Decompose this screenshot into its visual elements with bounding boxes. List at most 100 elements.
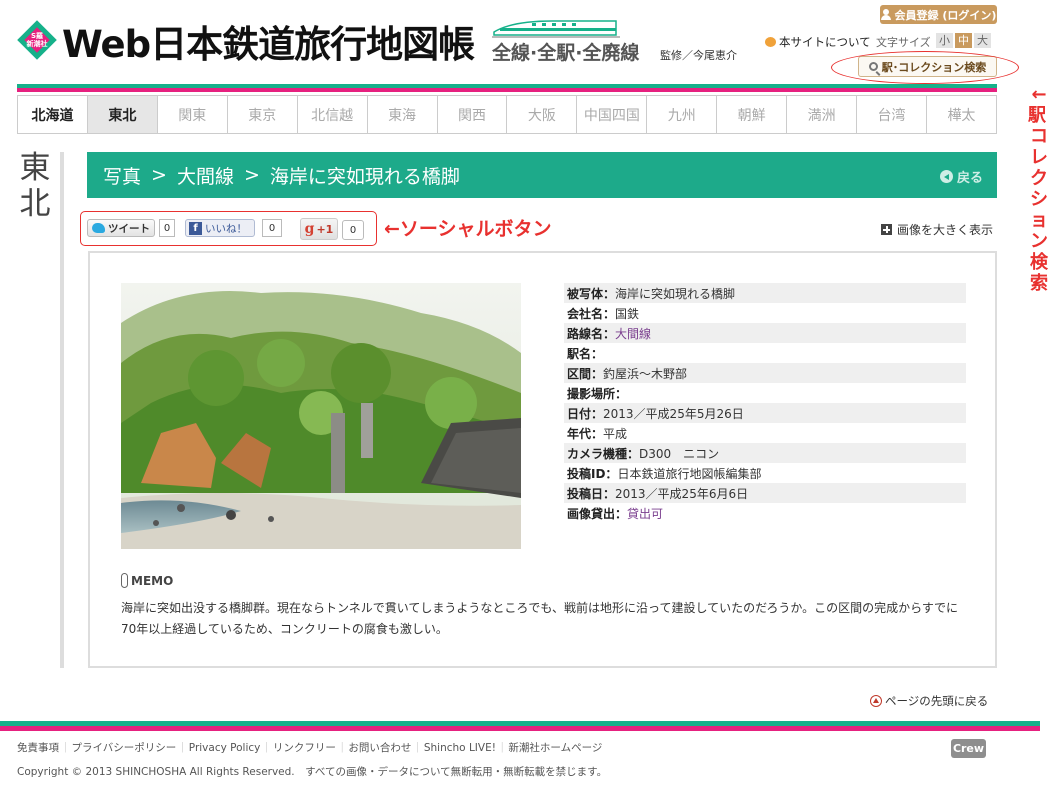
social-annotation: ←ソーシャルボタン	[384, 218, 552, 240]
info-row: 投稿ID： 日本鉄道旅行地図帳編集部	[564, 463, 966, 483]
font-size-medium-button[interactable]: 中	[955, 33, 972, 48]
google-plus-button[interactable]: g +1	[300, 218, 338, 240]
region-tab-hokkaido[interactable]: 北海道	[18, 96, 88, 133]
region-tab-kansai[interactable]: 関西	[438, 96, 508, 133]
side-bar	[60, 152, 64, 668]
info-row: 駅名：	[564, 343, 966, 363]
image-lending-link[interactable]: 貸出可	[627, 505, 663, 522]
twitter-bird-icon	[92, 223, 105, 233]
font-size-small-button[interactable]: 小	[936, 33, 953, 48]
tweet-count: 0	[159, 219, 175, 237]
footer-link-disclaimer[interactable]: 免責事項	[17, 740, 59, 755]
info-value: D300 ニコン	[639, 446, 720, 461]
info-key: 日付：	[567, 406, 604, 421]
back-to-top-label: ページの先頭に戻る	[885, 694, 989, 708]
paperclip-icon	[121, 573, 128, 588]
breadcrumb-item-line[interactable]: 大間線	[177, 162, 234, 189]
about-site-link[interactable]: 本サイトについて	[765, 34, 871, 50]
breadcrumb-item-current: 海岸に突如現れる橋脚	[269, 165, 460, 188]
info-row: 会社名： 国鉄	[564, 303, 966, 323]
member-login-label: 会員登録 (ログイン)	[894, 8, 997, 22]
region-nav: 北海道 東北 関東 東京 北信越 東海 関西 大阪 中国四国 九州 朝鮮 満洲 …	[17, 95, 997, 134]
region-tab-osaka[interactable]: 大阪	[507, 96, 578, 133]
search-highlight-circle	[831, 51, 1019, 84]
person-icon	[880, 9, 891, 20]
crew-badge[interactable]: Crew	[951, 739, 986, 758]
back-button[interactable]: 戻る	[939, 167, 983, 186]
region-tab-taiwan[interactable]: 台湾	[857, 96, 927, 133]
search-annotation: ←駅・コレクション検索	[1028, 84, 1051, 294]
header-divider-pink	[17, 88, 997, 92]
info-value: 釣屋浜〜木野部	[603, 366, 688, 381]
memo-text: 海岸に突如出没する橋脚群。現在ならトンネルで貫いてしまうようなところでも、戦前は…	[121, 601, 959, 636]
photo-coastal-bridge-piers[interactable]	[121, 283, 521, 549]
like-count: 0	[262, 219, 282, 237]
like-label: いいね！	[205, 222, 247, 235]
info-row: 被写体： 海岸に突如現れる橋脚	[564, 283, 966, 303]
region-tab-tokyo[interactable]: 東京	[228, 96, 298, 133]
site-subtitle: 全線·全駅·全廃線	[492, 42, 640, 64]
region-tab-chosen[interactable]: 朝鮮	[717, 96, 788, 133]
tweet-label: ツイート	[108, 222, 150, 235]
breadcrumb-separator: >	[151, 164, 167, 186]
footer-link-link-free[interactable]: リンクフリー	[260, 740, 336, 755]
arrow-up-icon	[870, 695, 882, 707]
back-arrow-icon	[939, 170, 953, 183]
info-key: 会社名：	[567, 306, 616, 321]
info-row: 日付： 2013／平成25年5月26日	[564, 403, 966, 423]
google-g-icon: g	[304, 221, 315, 237]
info-row: 画像貸出： 貸出可	[564, 503, 966, 523]
info-value: 平成	[603, 426, 628, 441]
info-value: 国鉄	[615, 306, 640, 321]
footer-link-shinchosha-home[interactable]: 新潮社ホームページ	[496, 740, 602, 755]
footer-link-contact[interactable]: お問い合わせ	[336, 740, 411, 755]
info-key: 投稿日：	[567, 486, 616, 501]
region-tab-manshu[interactable]: 満洲	[787, 96, 858, 133]
info-value: 2013／平成25年5月26日	[603, 406, 744, 421]
logo-badge-text: S羅 新潮社	[26, 32, 48, 48]
region-tab-tokai[interactable]: 東海	[368, 96, 438, 133]
info-key: 路線名：	[567, 326, 616, 341]
info-key: 区間：	[567, 366, 604, 381]
facebook-icon: f	[189, 221, 202, 235]
publisher-logo[interactable]: S羅 新潮社	[17, 20, 57, 60]
copyright: Copyright © 2013 SHINCHOSHA All Rights R…	[17, 766, 608, 778]
info-row: カメラ機種： D300 ニコン	[564, 443, 966, 463]
region-tab-hokushinetsu[interactable]: 北信越	[298, 96, 368, 133]
footer-link-privacy-en[interactable]: Privacy Policy	[176, 740, 261, 755]
enlarge-image-link[interactable]: 画像を大きく表示	[881, 221, 993, 238]
member-login-button[interactable]: 会員登録 (ログイン)	[880, 5, 997, 24]
gplus-count: 0	[342, 220, 364, 240]
region-tab-kyushu[interactable]: 九州	[647, 96, 718, 133]
enlarge-label: 画像を大きく表示	[897, 223, 994, 237]
about-site-label: 本サイトについて	[779, 35, 871, 49]
photo-detail-box: 被写体： 海岸に突如現れる橋脚 会社名： 国鉄 路線名： 大間線 駅名： 区間： 釣屋浜…	[88, 251, 997, 668]
font-size-large-button[interactable]: 大	[974, 33, 991, 48]
back-to-top-link[interactable]: ページの先頭に戻る	[870, 693, 988, 709]
tweet-button[interactable]: ツイート	[87, 219, 155, 237]
info-key: 画像貸出：	[567, 506, 628, 521]
region-tab-tohoku[interactable]: 東北	[87, 96, 158, 133]
breadcrumb-item-photo[interactable]: 写真	[103, 162, 141, 189]
info-value: 2013／平成25年6月6日	[615, 486, 749, 501]
line-name-link[interactable]: 大間線	[615, 325, 651, 342]
region-tab-kanto[interactable]: 関東	[158, 96, 228, 133]
info-row: 年代： 平成	[564, 423, 966, 443]
info-row: 撮影場所：	[564, 383, 966, 403]
info-key: 投稿ID：	[567, 466, 618, 481]
info-key: 被写体：	[567, 286, 616, 301]
footer-divider-pink	[0, 726, 1040, 731]
info-value: 日本鉄道旅行地図帳編集部	[617, 466, 762, 481]
region-tab-chugoku-shikoku[interactable]: 中国四国	[577, 96, 648, 133]
info-row: 区間： 釣屋浜〜木野部	[564, 363, 966, 383]
plus-icon	[881, 224, 892, 235]
font-size-label: 文字サイズ	[876, 36, 931, 49]
region-tab-karafuto[interactable]: 樺太	[927, 96, 996, 133]
footer-link-shincho-live[interactable]: Shincho LIVE!	[411, 740, 496, 755]
facebook-like-button[interactable]: f いいね！	[185, 219, 255, 237]
info-key: 年代：	[567, 426, 604, 441]
footer-link-privacy-jp[interactable]: プライバシーポリシー	[59, 740, 177, 755]
photo-info-table: 被写体： 海岸に突如現れる橋脚 会社名： 国鉄 路線名： 大間線 駅名： 区間： 釣屋浜…	[564, 283, 966, 523]
site-title[interactable]: Web日本鉄道旅行地図帳	[62, 14, 475, 68]
back-label: 戻る	[956, 171, 983, 186]
